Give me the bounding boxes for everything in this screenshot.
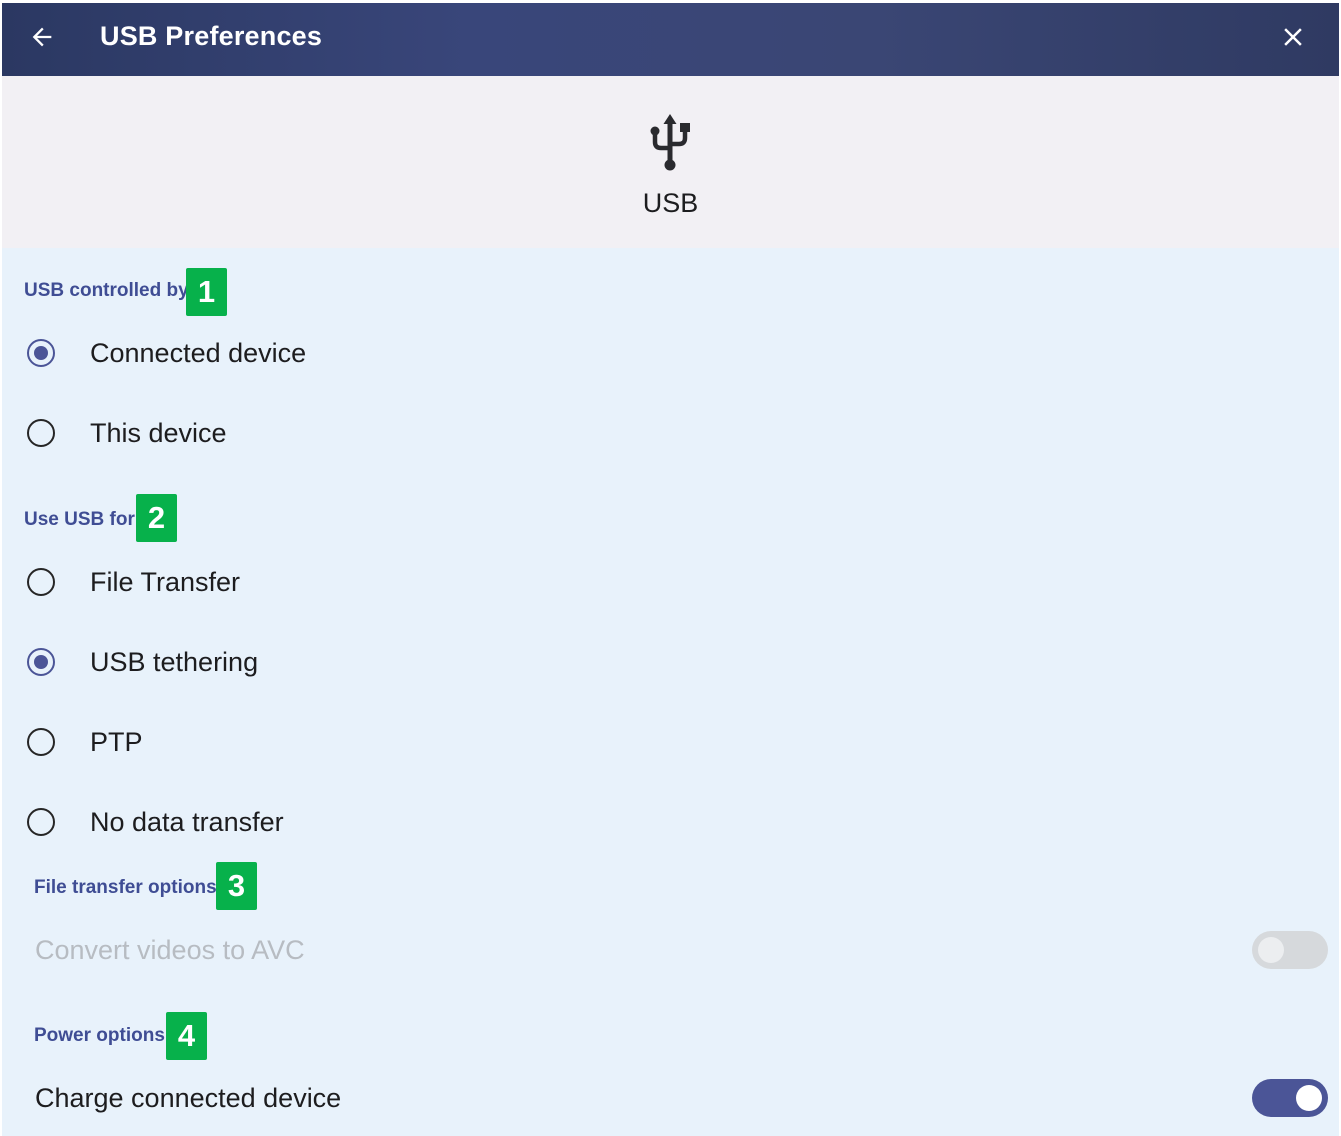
section-header-file-transfer-options: File transfer options [34, 877, 217, 898]
radio-button[interactable] [27, 568, 55, 596]
annotation-badge-3: 3 [216, 862, 257, 910]
radio-label: PTP [90, 727, 143, 757]
radio-label: File Transfer [90, 567, 241, 597]
close-button[interactable] [1273, 17, 1313, 57]
section-header-power-options: Power options [34, 1025, 165, 1046]
setting-label: Convert videos to AVC [35, 935, 305, 965]
usb-header-panel: USB [2, 76, 1339, 248]
setting-label: Charge connected device [35, 1083, 342, 1113]
page-title: USB Preferences [100, 21, 323, 51]
close-icon [1284, 28, 1302, 46]
preferences-list: USB controlled by 1 Connected device Thi… [2, 248, 1339, 1136]
toggle-knob [1258, 937, 1284, 963]
radio-option-file-transfer[interactable]: File Transfer [2, 547, 1339, 617]
back-button[interactable] [22, 17, 62, 57]
section-header-controlled-by: USB controlled by [24, 280, 189, 301]
radio-label: No data transfer [90, 807, 284, 837]
radio-button-selected[interactable] [27, 339, 55, 367]
toggle-knob [1296, 1085, 1322, 1111]
annotation-badge-2: 2 [136, 494, 177, 542]
convert-videos-toggle[interactable] [1252, 931, 1328, 969]
usb-preferences-window: USB Preferences USB USB controlled by 1 … [2, 3, 1339, 1136]
radio-label: USB tethering [90, 647, 259, 677]
radio-label: This device [90, 418, 227, 448]
radio-option-this-device[interactable]: This device [2, 398, 1339, 468]
setting-charge-connected-device[interactable]: Charge connected device [2, 1063, 1339, 1133]
radio-button[interactable] [27, 808, 55, 836]
radio-label: Connected device [90, 338, 307, 368]
radio-button-selected[interactable] [27, 648, 55, 676]
setting-convert-videos: Convert videos to AVC [2, 915, 1339, 985]
title-bar: USB Preferences [2, 3, 1339, 76]
annotation-badge-4: 4 [166, 1012, 207, 1060]
section-header-use-usb-for: Use USB for [24, 509, 135, 530]
usb-icon [650, 114, 690, 171]
radio-option-ptp[interactable]: PTP [2, 707, 1339, 777]
radio-option-connected-device[interactable]: Connected device [2, 318, 1339, 388]
radio-button[interactable] [27, 728, 55, 756]
radio-option-usb-tethering[interactable]: USB tethering [2, 627, 1339, 697]
radio-option-no-data-transfer[interactable]: No data transfer [2, 787, 1339, 857]
usb-label: USB [642, 188, 699, 218]
radio-button[interactable] [27, 419, 55, 447]
annotation-badge-1: 1 [186, 268, 227, 316]
arrow-left-icon [32, 27, 52, 47]
charge-connected-device-toggle[interactable] [1252, 1079, 1328, 1117]
